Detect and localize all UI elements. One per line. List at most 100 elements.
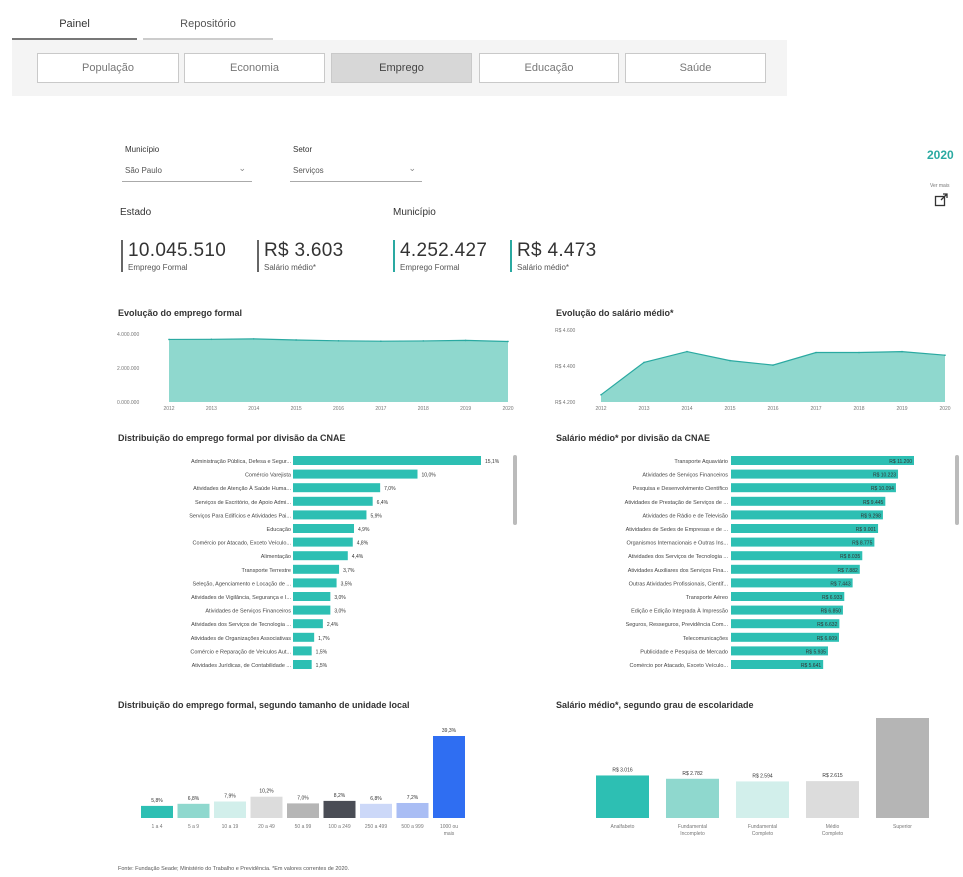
chevron-down-icon: ⌄	[408, 163, 416, 173]
bar	[293, 605, 331, 615]
data-point	[944, 354, 946, 356]
bar-value-label: 6,4%	[377, 500, 389, 506]
category-label: Transporte Terrestre	[241, 568, 291, 574]
x-tick-label: 100 a 249	[328, 824, 350, 830]
bar-value-label: 4,9%	[358, 527, 370, 533]
kpi-label: Emprego Formal	[400, 263, 460, 272]
setor-filter-label: Setor	[293, 145, 313, 154]
data-point	[295, 339, 297, 341]
tab-painel[interactable]: Painel	[12, 8, 137, 40]
y-tick-label: R$ 4.400	[555, 364, 576, 370]
subtab-educacao[interactable]: Educação	[479, 53, 619, 83]
bar-value-label: 3,0%	[334, 595, 346, 601]
bar-value-label: 7,0%	[384, 486, 396, 492]
bar	[293, 524, 355, 533]
bar-value-label: 6,8%	[370, 796, 382, 802]
area-fill	[169, 338, 508, 402]
data-point	[210, 338, 213, 341]
category-label: Pesquisa e Desenvolvimento Científico	[633, 486, 728, 492]
tab-repositorio[interactable]: Repositório	[143, 8, 273, 40]
x-tick-label: Completo	[752, 831, 774, 837]
bar-value-label: R$ 6.609	[817, 636, 838, 642]
subtab-emprego[interactable]: Emprego	[331, 53, 472, 83]
category-label: Atividades de Serviços Financeiros	[205, 609, 291, 615]
y-tick-label: R$ 4.200	[555, 400, 576, 406]
y-tick-label: 2.000.000	[117, 366, 139, 372]
bar-value-label: R$ 2.782	[682, 771, 703, 777]
bar	[666, 778, 719, 818]
bar	[293, 578, 337, 588]
municipio-title: Município	[393, 207, 436, 218]
category-label: Atividades de Organizações Associativas	[191, 636, 292, 642]
bar	[293, 646, 312, 656]
subtab-label: Educação	[524, 62, 574, 74]
bar	[293, 456, 481, 465]
subtab-label: População	[82, 62, 134, 74]
bar	[806, 781, 859, 818]
x-tick-label: 1000 ou	[440, 824, 458, 830]
kpi-label: Emprego Formal	[128, 263, 188, 272]
data-point	[643, 361, 645, 364]
category-label: Atividades de Sedes de Empresas e de ...	[626, 527, 729, 533]
bar-value-label: 5,9%	[370, 513, 382, 519]
data-point	[600, 394, 602, 396]
data-point	[729, 359, 731, 362]
bar-value-label: R$ 7.443	[830, 581, 851, 587]
x-tick-label: 500 a 999	[401, 824, 423, 830]
chart-cnae-emprego: Administração Pública, Defesa e Segur...…	[189, 456, 500, 669]
setor-dropdown[interactable]: Serviços ⌄	[290, 160, 422, 182]
x-tick-label: Fundamental	[748, 824, 777, 830]
subtab-populacao[interactable]: População	[37, 53, 179, 83]
bar-value-label: 1,5%	[316, 649, 328, 655]
x-tick-label: 2018	[418, 406, 429, 412]
subtab-saude[interactable]: Saúde	[625, 53, 766, 83]
x-tick-label: 2016	[333, 406, 344, 412]
x-tick-label: 2020	[502, 406, 513, 412]
municipio-dropdown[interactable]: São Paulo ⌄	[122, 160, 252, 182]
bar	[323, 800, 356, 818]
scrollbar-cnae-salario[interactable]	[955, 455, 959, 525]
kpi-value: R$ 3.603	[264, 240, 344, 261]
external-link-icon[interactable]	[934, 193, 948, 207]
category-label: Edição e Edição Integrada À Impressão	[631, 608, 728, 615]
bar-value-label: 3,7%	[343, 568, 355, 574]
category-label: Atividades de Atenção À Saúde Huma...	[193, 485, 291, 492]
bar-value-label: R$ 10.223	[873, 473, 896, 479]
x-tick-label: 2013	[638, 406, 649, 412]
chart-title-cnae-salario: Salário médio* por divisão da CNAE	[556, 433, 711, 443]
kpi-value: R$ 4.473	[517, 240, 597, 261]
category-label: Atividades de Vigilância, Segurança e I.…	[191, 595, 291, 601]
bar	[293, 551, 348, 561]
bar-value-label: R$ 9.445	[863, 500, 884, 506]
subtab-economia[interactable]: Economia	[184, 53, 325, 83]
bar-value-label: 3,0%	[334, 609, 346, 615]
external-link-label: Ver mais	[930, 183, 950, 189]
category-label: Outras Atividades Profissionais, Científ…	[629, 581, 729, 587]
subtab-label: Emprego	[379, 62, 424, 74]
tab-repositorio-label: Repositório	[180, 18, 236, 30]
municipio-dropdown-value: São Paulo	[125, 166, 162, 175]
bar-value-label: R$ 5.935	[806, 649, 827, 655]
category-label: Serviços de Escritório, de Apoio Admi...	[195, 500, 291, 506]
data-point	[686, 350, 688, 353]
bar-value-label: 8,2%	[334, 793, 346, 799]
category-label: Comércio por Atacado, Exceto Veículo...	[193, 541, 292, 547]
category-label: Atividades de Rádio e de Televisão	[642, 513, 728, 519]
bar-value-label: R$ 11.200	[889, 459, 912, 465]
bar-value-label: 3,5%	[341, 581, 353, 587]
x-tick-label: 250 a 499	[365, 824, 387, 830]
x-tick-label: 2019	[896, 406, 907, 412]
chevron-down-icon: ⌄	[238, 163, 246, 173]
bar-value-label: R$ 3.016	[612, 767, 633, 773]
bar-value-label: 4,4%	[352, 554, 364, 560]
category-label: Publicidade e Pesquisa de Mercado	[640, 649, 728, 655]
bar	[177, 803, 210, 818]
category-label: Atividades de Prestação de Serviços de .…	[625, 500, 729, 506]
estado-title: Estado	[120, 207, 152, 218]
category-label: Comércio Varejista	[245, 473, 292, 479]
x-tick-label: 2017	[375, 406, 386, 412]
scrollbar-cnae-emprego[interactable]	[513, 455, 517, 525]
bar	[293, 469, 418, 479]
bar-value-label: R$ 8.035	[840, 554, 861, 560]
bar-value-label: R$ 9.001	[856, 527, 877, 533]
